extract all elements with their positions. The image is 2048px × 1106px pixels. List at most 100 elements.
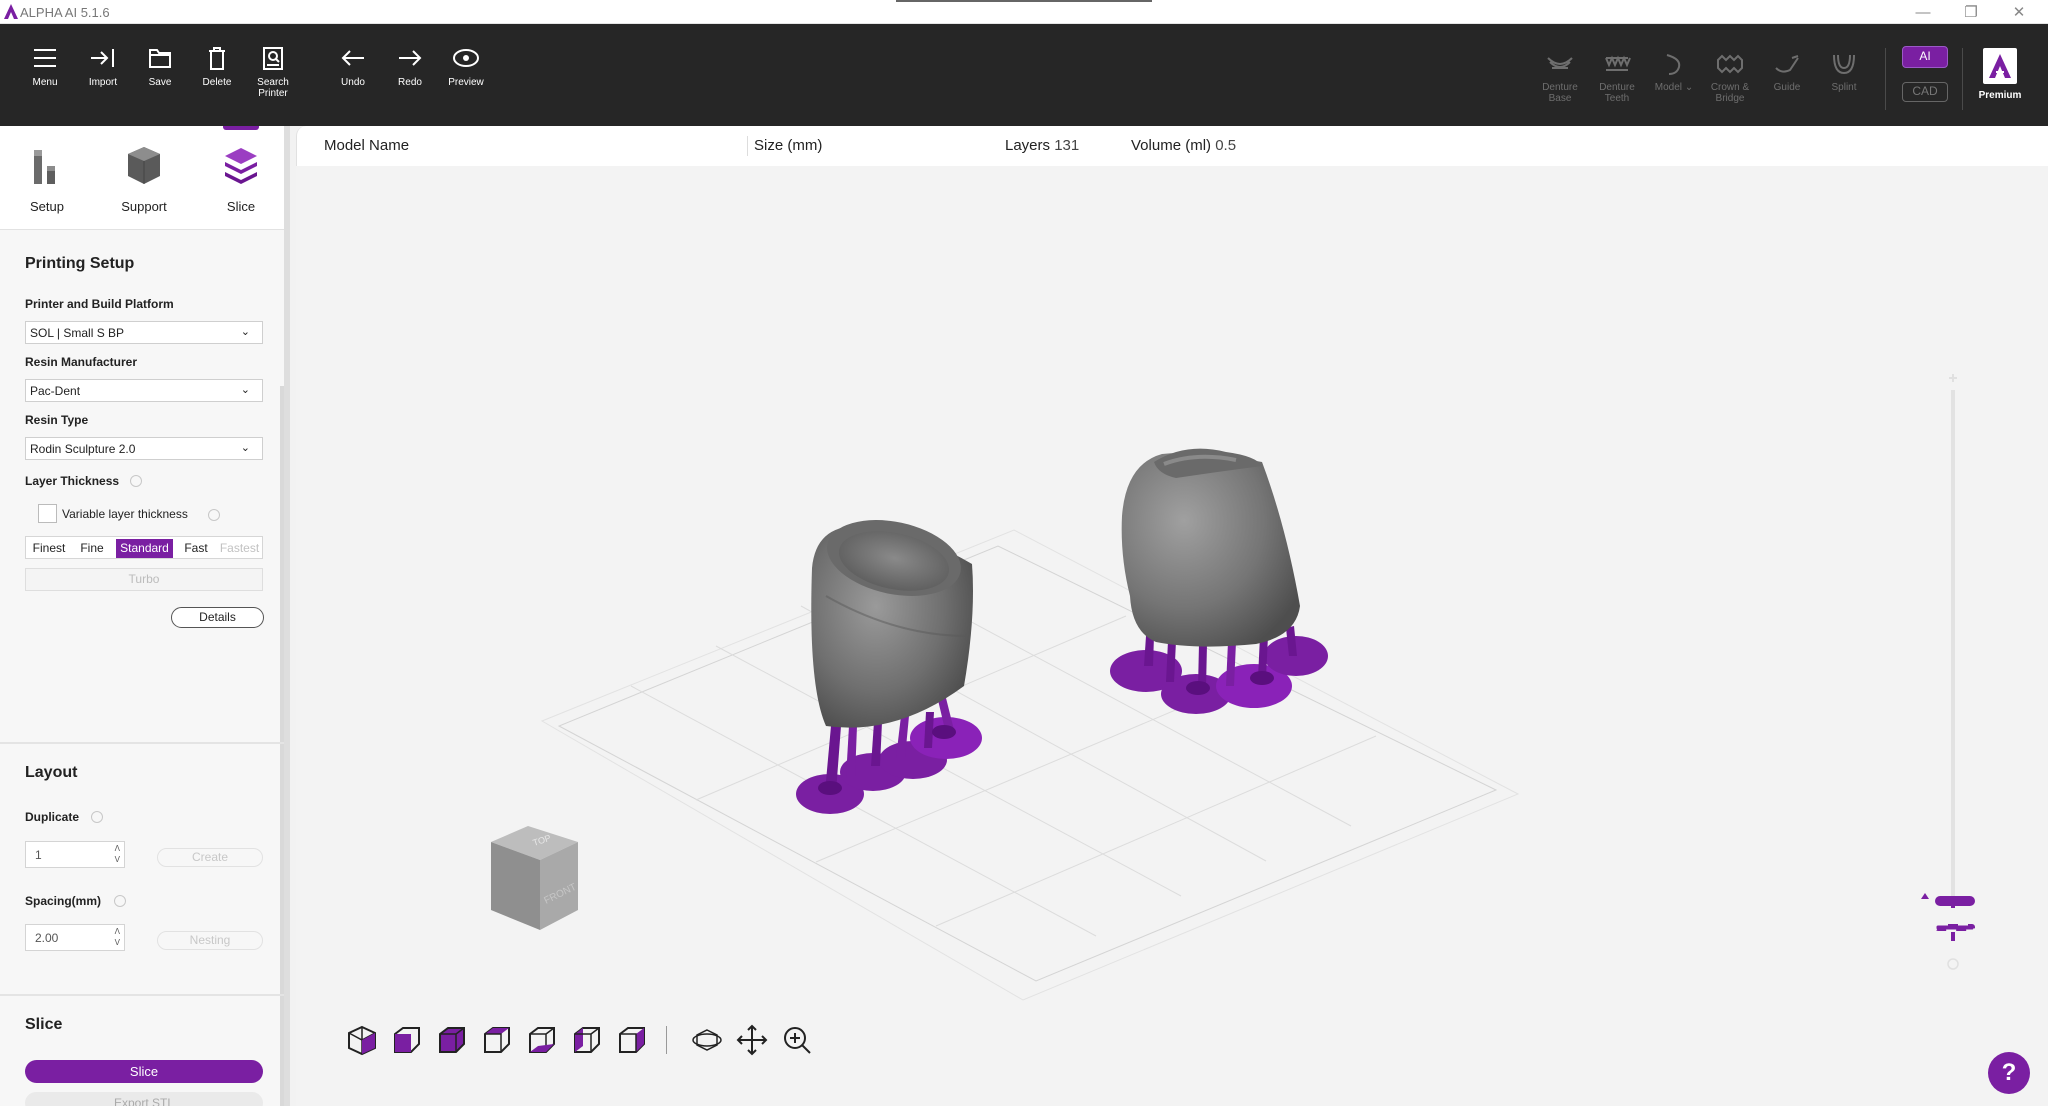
layer-slider-handle[interactable] (1935, 896, 1975, 906)
printer-select[interactable]: SOL | Small S BP ⌄ (25, 321, 263, 344)
chevron-down-icon: ⌄ (240, 442, 250, 454)
spinner-arrows-icon[interactable]: ΛV (115, 926, 120, 948)
premium-button[interactable]: Premium (1970, 48, 2030, 101)
thickness-fastest[interactable]: Fastest (217, 539, 262, 558)
toolbar-divider (1962, 48, 1963, 110)
info-icon[interactable] (114, 895, 126, 907)
column-divider (747, 136, 748, 156)
spinner-arrows-icon[interactable]: ΛV (115, 843, 120, 865)
help-button[interactable]: ? (1988, 1052, 2030, 1094)
scene-canvas: TOP FRONT (491, 374, 1977, 1001)
redo-label: Redo (398, 77, 422, 88)
printer-select-value: SOL | Small S BP (30, 326, 125, 340)
delete-label: Delete (202, 77, 232, 88)
thickness-finest[interactable]: Finest (28, 539, 70, 558)
tab-support[interactable]: Support (109, 144, 179, 214)
layer-thickness-label: Layer Thickness (25, 474, 120, 488)
info-icon[interactable] (91, 811, 103, 823)
nesting-button[interactable]: Nesting (157, 931, 263, 950)
save-button[interactable]: Save (130, 46, 190, 88)
zoom-view-icon[interactable] (781, 1024, 813, 1056)
minimize-button[interactable]: — (1900, 0, 1946, 24)
create-button[interactable]: Create (157, 848, 263, 867)
export-stl-button[interactable]: Export STL (25, 1092, 263, 1106)
setup-icon (34, 150, 55, 184)
build-plate (540, 529, 1520, 1001)
bottom-view-icon[interactable] (526, 1024, 558, 1056)
import-icon (91, 49, 114, 67)
panel-scrollbar[interactable] (280, 386, 284, 1106)
search-printer-button[interactable]: Search Printer (243, 46, 303, 99)
front-view-icon[interactable] (391, 1024, 423, 1056)
spacing-label: Spacing(mm) (25, 894, 102, 908)
volume-label: Volume (ml) (1131, 137, 1212, 154)
3d-viewport[interactable]: TOP FRONT (296, 166, 2048, 1106)
search-printer-label: Search Printer (257, 77, 289, 99)
details-button[interactable]: Details (171, 607, 264, 628)
premium-label: Premium (1978, 90, 2022, 101)
tab-slice[interactable]: Slice (206, 144, 276, 214)
section-divider (0, 994, 284, 996)
cad-mode-button[interactable]: CAD (1902, 82, 1948, 102)
thickness-standard[interactable]: Standard (116, 539, 173, 558)
model-icon (1666, 54, 1681, 75)
perspective-view-icon[interactable] (346, 1024, 378, 1056)
redo-button[interactable]: Redo (380, 46, 440, 88)
view-cube[interactable]: TOP FRONT (491, 826, 578, 930)
back-view-icon[interactable] (436, 1024, 468, 1056)
denture-base-label: Denture Base (1542, 82, 1578, 104)
crown-model-right[interactable] (1121, 448, 1300, 647)
move-view-icon[interactable] (736, 1024, 768, 1056)
import-button[interactable]: Import (73, 46, 133, 88)
volume-value: 0.5 (1215, 137, 1237, 154)
duplicate-value: 1 (35, 848, 42, 862)
denture-teeth-icon (1605, 55, 1631, 71)
resin-type-select[interactable]: Rodin Sculpture 2.0 ⌄ (25, 437, 263, 460)
menu-button[interactable]: Menu (15, 46, 75, 88)
right-view-icon[interactable] (616, 1024, 648, 1056)
thickness-fast[interactable]: Fast (176, 539, 216, 558)
rotate-view-icon[interactable] (691, 1024, 723, 1056)
splint-button[interactable]: Splint (1816, 52, 1872, 93)
model-button[interactable]: Model ⌄ (1646, 52, 1702, 93)
chevron-down-icon: ⌄ (240, 384, 250, 396)
crown-model-left[interactable] (811, 509, 973, 728)
top-view-icon[interactable] (481, 1024, 513, 1056)
left-view-icon[interactable] (571, 1024, 603, 1056)
guide-button[interactable]: Guide (1759, 52, 1815, 93)
spacing-input[interactable]: 2.00 ΛV (25, 924, 125, 951)
model-name-header: Model Name (324, 137, 410, 154)
chevron-down-icon: ⌄ (240, 326, 250, 338)
ai-mode-button[interactable]: AI (1902, 46, 1948, 68)
tab-setup-label: Setup (30, 199, 64, 214)
duplicate-input[interactable]: 1 ΛV (25, 841, 125, 868)
crown-bridge-button[interactable]: Crown & Bridge (1702, 52, 1758, 104)
restore-button[interactable]: ❐ (1948, 0, 1994, 24)
thickness-fine[interactable]: Fine (72, 539, 112, 558)
slice-button[interactable]: Slice (25, 1060, 263, 1083)
left-panel: Setup Support Slice Printing Setup Print… (0, 126, 290, 1106)
view-toolbar-divider (666, 1026, 667, 1054)
layer-slider[interactable] (1921, 374, 1977, 970)
import-label: Import (88, 77, 118, 88)
denture-base-button[interactable]: Denture Base (1532, 52, 1588, 104)
turbo-button[interactable]: Turbo (25, 568, 263, 591)
variable-layer-checkbox[interactable] (38, 504, 57, 523)
info-icon[interactable] (208, 509, 220, 521)
close-button[interactable]: ✕ (1996, 0, 2042, 24)
tab-setup[interactable]: Setup (12, 144, 82, 214)
layers-value: 131 (1054, 137, 1080, 154)
denture-teeth-button[interactable]: Denture Teeth (1589, 52, 1645, 104)
undo-button[interactable]: Undo (323, 46, 383, 88)
preview-label: Preview (448, 77, 484, 88)
delete-button[interactable]: Delete (187, 46, 247, 88)
model-label: Model ⌄ (1654, 82, 1694, 93)
preview-button[interactable]: Preview (436, 46, 496, 88)
slice-layers-icon (225, 148, 257, 184)
info-icon[interactable] (130, 475, 142, 487)
resin-manufacturer-select[interactable]: Pac-Dent ⌄ (25, 379, 263, 402)
volume-info: Volume (ml) 0.5 (1131, 137, 1236, 154)
spacing-value: 2.00 (35, 931, 59, 945)
printing-setup-title: Printing Setup (25, 255, 135, 272)
guide-icon (1775, 55, 1799, 73)
